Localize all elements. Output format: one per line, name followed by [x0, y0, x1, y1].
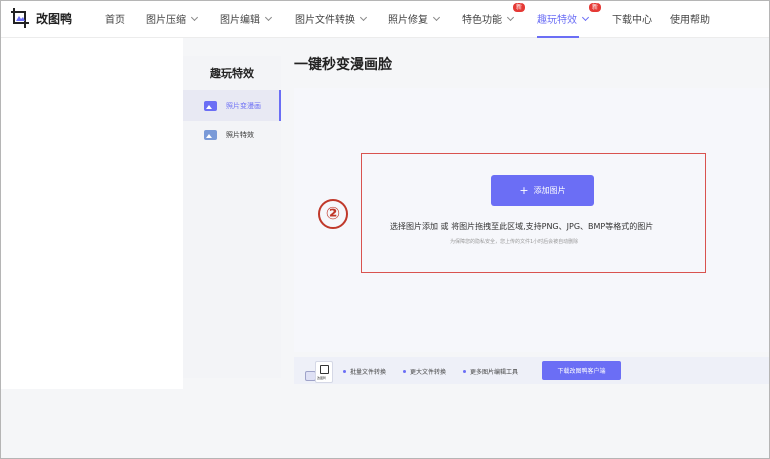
nav-fun-effects[interactable]: 趣玩特效 — [537, 11, 590, 26]
crop-photo-icon — [320, 365, 329, 374]
nav-image-compress-label: 图片压缩 — [146, 15, 186, 26]
brand-name: 改图鸭 — [36, 11, 73, 26]
nav-photo-repair-label: 照片修复 — [388, 15, 428, 26]
chevron-down-icon — [432, 13, 441, 21]
nav-file-convert[interactable]: 图片文件转换 — [295, 11, 368, 26]
page-title: 一键秒变漫画脸 — [294, 57, 392, 73]
bullet-icon — [463, 370, 466, 373]
active-nav-indicator — [537, 36, 579, 38]
nav-help-label: 使用帮助 — [670, 15, 710, 26]
nav-file-convert-label: 图片文件转换 — [295, 15, 355, 26]
nav-help[interactable]: 使用帮助 — [670, 11, 710, 26]
sidebar-item-label: 照片变漫画 — [226, 101, 261, 110]
nav-image-edit-label: 图片编辑 — [220, 15, 260, 26]
chevron-down-icon — [359, 13, 368, 21]
nav-special-features[interactable]: 特色功能 — [462, 11, 515, 26]
app-icon-caption: 改图鸭 — [317, 376, 327, 380]
chevron-down-icon — [264, 13, 273, 21]
chevron-down-icon — [581, 13, 590, 21]
top-navigation: 改图鸭 首页 图片压缩 图片编辑 图片文件转换 照片修复 特色功能 新 趣玩特效… — [0, 0, 770, 38]
privacy-hint: 为保障您的隐私安全，您上传的文件1小时后会被自动删除 — [450, 239, 579, 245]
image-icon — [204, 100, 217, 111]
annotation-highlight-box — [361, 153, 706, 273]
feature-label: 更大文件转换 — [410, 369, 447, 376]
feature-label: 批量文件转换 — [350, 369, 387, 376]
bullet-icon — [403, 370, 406, 373]
crop-photo-icon — [10, 7, 30, 29]
nav-home-label: 首页 — [105, 15, 125, 26]
nav-home[interactable]: 首页 — [105, 11, 125, 26]
sidebar: 趣玩特效 照片变漫画 照片特效 — [183, 56, 281, 378]
new-badge: 新 — [589, 3, 602, 12]
plus-icon: + — [519, 184, 529, 197]
nav-special-features-label: 特色功能 — [462, 15, 502, 26]
upload-hint: 选择图片添加 或 将图片拖拽至此区域,支持PNG、JPG、BMP等格式的图片 — [390, 222, 654, 231]
nav-photo-repair[interactable]: 照片修复 — [388, 11, 441, 26]
chevron-down-icon — [506, 13, 515, 21]
brand-logo[interactable]: 改图鸭 — [10, 7, 72, 29]
app-logo-icon: 改图鸭 — [315, 361, 333, 383]
feature-label: 更多图片编辑工具 — [470, 369, 519, 376]
nav-fun-effects-label: 趣玩特效 — [537, 15, 577, 26]
image-icon — [204, 129, 217, 140]
sidebar-item-photo-to-comic[interactable]: 照片变漫画 — [183, 90, 281, 121]
add-image-button[interactable]: + 添加图片 — [491, 175, 594, 206]
feature-item: 批量文件转换 — [343, 367, 386, 376]
add-image-button-label: 添加图片 — [533, 186, 566, 195]
nav-image-compress[interactable]: 图片压缩 — [146, 11, 199, 26]
feature-item: 更多图片编辑工具 — [463, 367, 518, 376]
feature-item: 更大文件转换 — [403, 367, 446, 376]
chevron-down-icon — [190, 13, 199, 21]
sidebar-item-photo-effects[interactable]: 照片特效 — [183, 119, 281, 150]
new-badge: 新 — [513, 3, 526, 12]
sidebar-title: 趣玩特效 — [210, 67, 254, 80]
nav-download-center[interactable]: 下载中心 — [612, 11, 652, 26]
bullet-icon — [343, 370, 346, 373]
nav-download-center-label: 下载中心 — [612, 15, 652, 26]
sidebar-item-label: 照片特效 — [226, 130, 254, 139]
annotation-step-number: ② — [318, 199, 348, 229]
left-blank-panel — [0, 38, 183, 389]
download-client-button[interactable]: 下载改图鸭客户端 — [542, 361, 621, 380]
nav-image-edit[interactable]: 图片编辑 — [220, 11, 273, 26]
